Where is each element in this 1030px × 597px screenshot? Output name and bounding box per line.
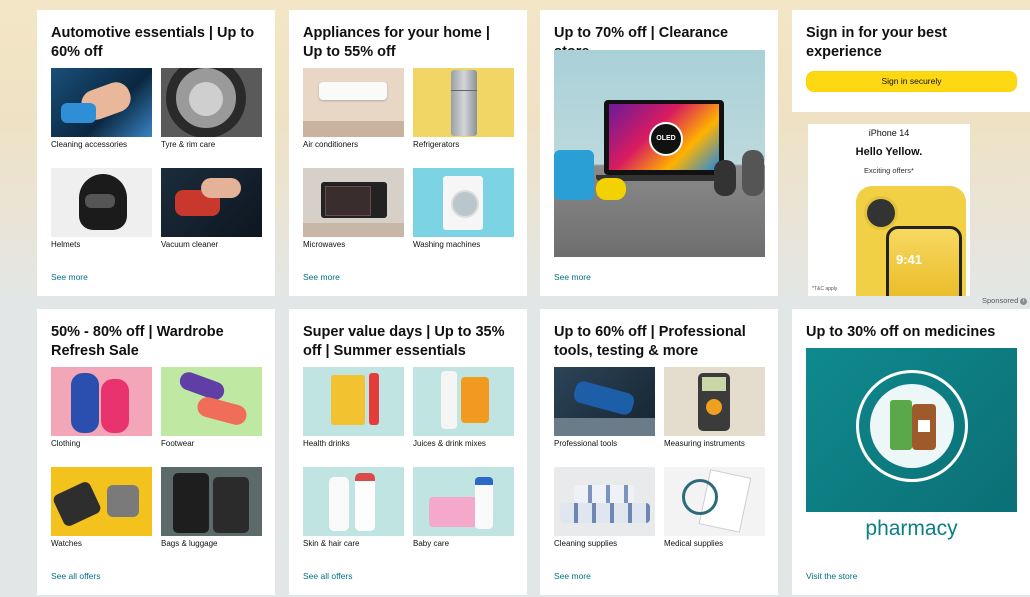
vacuum-image [161,168,262,237]
tile-skin-hair-care[interactable]: Skin & hair care [303,467,404,548]
card-title: Up to 60% off | Professional tools, test… [554,324,746,359]
card-title: Sign in for your best experience [806,25,947,60]
stethoscope-image [664,467,765,536]
tile-cleaning-supplies[interactable]: Cleaning supplies [554,467,655,548]
see-all-offers-link[interactable]: See all offers [51,571,100,581]
helmet-image [51,168,152,237]
air-conditioner-image [303,68,404,137]
pharmacy-image: pharmacy [806,348,1017,555]
clothing-image [51,367,152,436]
tile-clothing[interactable]: Clothing [51,367,152,448]
ad-headline: Hello Yellow. [855,146,923,158]
tile-air-conditioners[interactable]: Air conditioners [303,68,404,149]
footwear-image [161,367,262,436]
card-wardrobe: 50% - 80% off | Wardrobe Refresh Sale Cl… [37,309,275,595]
info-icon[interactable]: i [1020,297,1028,305]
tile-bags-luggage[interactable]: Bags & luggage [161,467,262,548]
tile-washing-machines[interactable]: Washing machines [413,168,514,249]
professional-tools-image [554,367,655,436]
cleaning-supplies-image [554,467,655,536]
tile-helmets[interactable]: Helmets [51,168,152,249]
card-super-value-days: Super value days | Up to 35% off | Summe… [289,309,527,595]
card-title: Super value days | Up to 35% off | Summe… [303,324,505,359]
refrigerator-image [413,68,514,137]
multimeter-image [664,367,765,436]
ad-brand: iPhone 14 [868,128,910,138]
sponsored-label: Sponsored i [982,296,1028,305]
baby-care-image [413,467,514,536]
visit-store-link[interactable]: Visit the store [806,571,857,581]
pharmacy-logo-text: pharmacy [865,517,958,540]
sign-in-button[interactable]: Sign in securely [806,71,1017,92]
health-drinks-image [303,367,404,436]
juices-image [413,367,514,436]
microwave-image [303,168,404,237]
card-medicines: Up to 30% off on medicines pharmacy Visi… [792,309,1030,595]
tile-professional-tools[interactable]: Professional tools [554,367,655,448]
card-sign-in: Sign in for your best experience Sign in… [792,10,1030,112]
ad-note: *T&C apply [812,286,838,292]
luggage-image [161,467,262,536]
ad-time: 9:41 [896,252,923,267]
see-more-link[interactable]: See more [51,272,88,282]
card-appliances: Appliances for your home | Up to 55% off… [289,10,527,296]
card-title: Up to 30% off on medicines [806,324,996,340]
tile-medical-supplies[interactable]: Medical supplies [664,467,765,548]
tile-vacuum-cleaner[interactable]: Vacuum cleaner [161,168,262,249]
tile-watches[interactable]: Watches [51,467,152,548]
card-professional-tools: Up to 60% off | Professional tools, test… [540,309,778,595]
card-title: Appliances for your home | Up to 55% off [303,25,490,60]
washing-machine-image [413,168,514,237]
card-clearance: Up to 70% off | Clearance store OLED See… [540,10,778,296]
tile-juices[interactable]: Juices & drink mixes [413,367,514,448]
see-more-link[interactable]: See more [554,272,591,282]
see-more-link[interactable]: See more [303,272,340,282]
tile-measuring-instruments[interactable]: Measuring instruments [664,367,765,448]
card-title: 50% - 80% off | Wardrobe Refresh Sale [51,324,224,359]
iphone-image: 9:41 [856,186,966,296]
tile-refrigerators[interactable]: Refrigerators [413,68,514,149]
tile-tyre-rim-care[interactable]: Tyre & rim care [161,68,262,149]
watches-image [51,467,152,536]
clearance-image: OLED [554,50,765,257]
tile-footwear[interactable]: Footwear [161,367,262,448]
iphone-ad[interactable]: iPhone 14 Hello Yellow. Exciting offers*… [808,124,970,296]
card-automotive: Automotive essentials | Up to 60% off Cl… [37,10,275,296]
skin-care-image [303,467,404,536]
see-all-offers-link[interactable]: See all offers [303,571,352,581]
cleaning-accessories-image [51,68,152,137]
ad-sub: Exciting offers* [864,166,914,175]
see-more-link[interactable]: See more [554,571,591,581]
tile-health-drinks[interactable]: Health drinks [303,367,404,448]
tile-microwaves[interactable]: Microwaves [303,168,404,249]
tile-baby-care[interactable]: Baby care [413,467,514,548]
oled-badge: OLED [649,122,683,156]
card-title: Automotive essentials | Up to 60% off [51,25,255,60]
tyre-image [161,68,262,137]
tile-cleaning-accessories[interactable]: Cleaning accessories [51,68,152,149]
